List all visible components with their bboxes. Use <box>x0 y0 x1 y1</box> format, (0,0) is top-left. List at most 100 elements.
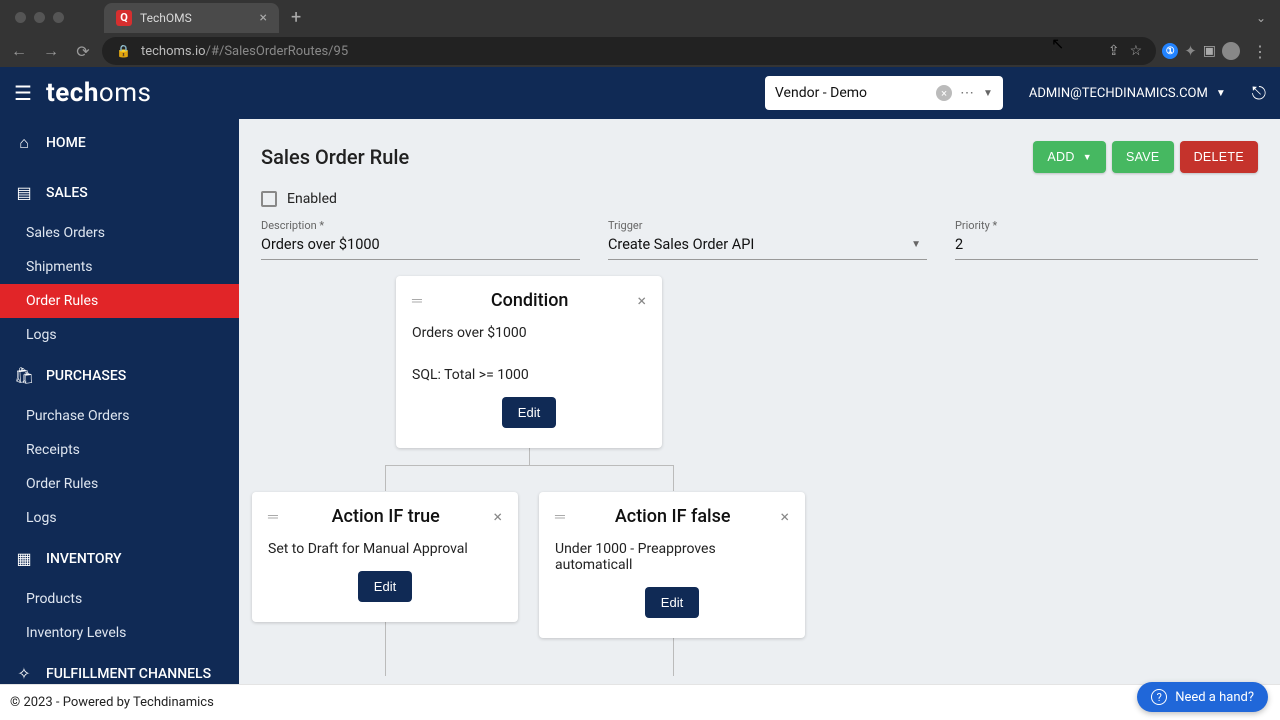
browser-tab[interactable]: Q TechOMS × <box>104 3 279 33</box>
sidebar-item-receipts[interactable]: Receipts <box>0 433 239 467</box>
logo: techoms <box>46 78 152 108</box>
browser-tabbar: Q TechOMS × + ⌄ <box>0 0 1280 35</box>
sidebar-item-inventory-levels[interactable]: Inventory Levels <box>0 616 239 650</box>
action-true-card: ═ Action IF true × Set to Draft for Manu… <box>252 492 518 622</box>
page-title: Sales Order Rule <box>261 145 409 169</box>
condition-sql: SQL: Total >= 1000 <box>412 367 646 383</box>
network-icon: ✧ <box>14 664 34 683</box>
card-title: Action IF true <box>278 506 494 527</box>
action-false-card: ═ Action IF false × Under 1000 - Preappr… <box>539 492 805 638</box>
profile-avatar[interactable] <box>1222 42 1240 60</box>
condition-text: Orders over $1000 <box>412 325 646 341</box>
chevron-down-icon[interactable]: ▼ <box>983 88 993 99</box>
drag-icon[interactable]: ═ <box>412 298 422 304</box>
close-icon[interactable]: × <box>637 291 646 310</box>
sidebar-label: INVENTORY <box>46 551 122 567</box>
sidebar-item-purchase-orders[interactable]: Purchase Orders <box>0 399 239 433</box>
sidebar-item-logs[interactable]: Logs <box>0 318 239 352</box>
vendor-clear-icon[interactable]: × <box>936 85 952 101</box>
user-email-text: ADMIN@TECHDINAMICS.COM <box>1029 86 1208 101</box>
sidebar-item-sales-orders[interactable]: Sales Orders <box>0 216 239 250</box>
action-false-text: Under 1000 - Preapproves automaticall <box>555 541 789 573</box>
traffic-close[interactable] <box>15 12 26 23</box>
sidebar-label: SALES <box>46 185 88 201</box>
close-icon[interactable]: × <box>780 507 789 526</box>
vendor-more-icon[interactable]: ⋯ <box>960 85 975 101</box>
sidebar-label: FULFILLMENT CHANNELS <box>46 666 211 682</box>
description-field[interactable]: Description * Orders over $1000 <box>261 219 580 260</box>
edit-button[interactable]: Edit <box>645 587 699 618</box>
sidebar-section-inventory[interactable]: ▦ INVENTORY <box>0 535 239 582</box>
sidebar-section-purchases[interactable]: 🛍 PURCHASES <box>0 352 239 399</box>
app-topbar: ☰ techoms Vendor - Demo × ⋯ ▼ ADMIN@TECH… <box>0 67 1280 119</box>
extensions-icon[interactable]: ✦ <box>1184 42 1197 60</box>
help-label: Need a hand? <box>1175 690 1254 705</box>
edit-button[interactable]: Edit <box>502 397 556 428</box>
back-icon[interactable]: ← <box>6 41 32 61</box>
cart-icon: 🛍 <box>14 366 34 385</box>
logout-icon[interactable]: ⎋ <box>1252 83 1266 104</box>
chevron-down-icon: ▼ <box>1083 152 1092 162</box>
sidebar-item-order-rules[interactable]: Order Rules <box>0 284 239 318</box>
new-tab-icon[interactable]: + <box>291 7 301 28</box>
card-title: Condition <box>422 290 638 311</box>
field-label: Priority * <box>955 219 1258 232</box>
sidebar-section-sales[interactable]: ▤SALES <box>0 169 239 216</box>
card-title: Action IF false <box>565 506 781 527</box>
extension-icon[interactable]: ① <box>1162 43 1178 59</box>
footer: © 2023 - Powered by Techdinamics <box>0 684 1280 720</box>
field-label: Description * <box>261 219 580 232</box>
tab-close-icon[interactable]: × <box>260 10 267 26</box>
sidebar: ⌂HOME ▤SALES Sales Orders Shipments Orde… <box>0 119 239 720</box>
drag-icon[interactable]: ═ <box>555 514 565 520</box>
save-button[interactable]: SAVE <box>1112 141 1174 173</box>
tab-dropdown-icon[interactable]: ⌄ <box>1256 11 1266 25</box>
reload-icon[interactable]: ⟳ <box>70 42 96 61</box>
share-icon[interactable]: ⇪ <box>1108 43 1120 59</box>
traffic-max[interactable] <box>53 12 64 23</box>
sidebar-label: PURCHASES <box>46 368 126 384</box>
browser-toolbar: ← → ⟳ 🔒 techoms.io/#/SalesOrderRoutes/95… <box>0 35 1280 67</box>
traffic-min[interactable] <box>34 12 45 23</box>
field-value: Orders over $1000 <box>261 232 580 260</box>
trigger-field[interactable]: Trigger Create Sales Order API ▼ <box>608 219 927 260</box>
field-value: 2 <box>955 232 1258 260</box>
condition-card: ═ Condition × Orders over $1000 SQL: Tot… <box>396 276 662 448</box>
sidebar-item-shipments[interactable]: Shipments <box>0 250 239 284</box>
vendor-selected: Vendor - Demo <box>775 85 928 101</box>
star-icon[interactable]: ☆ <box>1130 43 1143 59</box>
delete-button[interactable]: DELETE <box>1180 141 1258 173</box>
sidebar-item-products[interactable]: Products <box>0 582 239 616</box>
edit-button[interactable]: Edit <box>358 571 412 602</box>
hamburger-icon[interactable]: ☰ <box>14 81 32 105</box>
close-icon[interactable]: × <box>493 507 502 526</box>
chrome-menu-icon[interactable]: ⋮ <box>1252 42 1268 61</box>
field-value: Create Sales Order API <box>608 232 927 260</box>
action-true-text: Set to Draft for Manual Approval <box>268 541 502 557</box>
url-text: techoms.io/#/SalesOrderRoutes/95 <box>141 44 348 59</box>
lock-icon: 🔒 <box>116 44 131 58</box>
page-icon: ▦ <box>14 549 34 568</box>
footer-text: © 2023 - Powered by Techdinamics <box>10 695 214 710</box>
vendor-select[interactable]: Vendor - Demo × ⋯ ▼ <box>765 76 1003 110</box>
user-menu[interactable]: ADMIN@TECHDINAMICS.COM ▼ <box>1029 86 1226 101</box>
chevron-down-icon: ▼ <box>911 239 921 250</box>
favicon: Q <box>116 10 132 26</box>
help-icon: ? <box>1151 689 1167 705</box>
address-bar[interactable]: 🔒 techoms.io/#/SalesOrderRoutes/95 ⇪ ☆ <box>102 37 1156 65</box>
rule-flow: ═ Condition × Orders over $1000 SQL: Tot… <box>239 276 1280 696</box>
enabled-label: Enabled <box>287 191 337 207</box>
sidebar-item-order-rules-p[interactable]: Order Rules <box>0 467 239 501</box>
sidebar-item-home[interactable]: ⌂HOME <box>0 119 239 167</box>
drag-icon[interactable]: ═ <box>268 514 278 520</box>
panel-icon[interactable]: ▣ <box>1203 43 1216 59</box>
forward-icon[interactable]: → <box>38 41 64 61</box>
help-button[interactable]: ? Need a hand? <box>1137 682 1268 712</box>
add-button[interactable]: ADD▼ <box>1033 141 1106 173</box>
sidebar-item-logs-p[interactable]: Logs <box>0 501 239 535</box>
priority-field[interactable]: Priority * 2 <box>955 219 1258 260</box>
content: Sales Order Rule ADD▼ SAVE DELETE Enable… <box>239 119 1280 720</box>
sidebar-label: HOME <box>46 135 86 151</box>
enabled-checkbox[interactable] <box>261 191 277 207</box>
chevron-down-icon: ▼ <box>1216 88 1226 99</box>
